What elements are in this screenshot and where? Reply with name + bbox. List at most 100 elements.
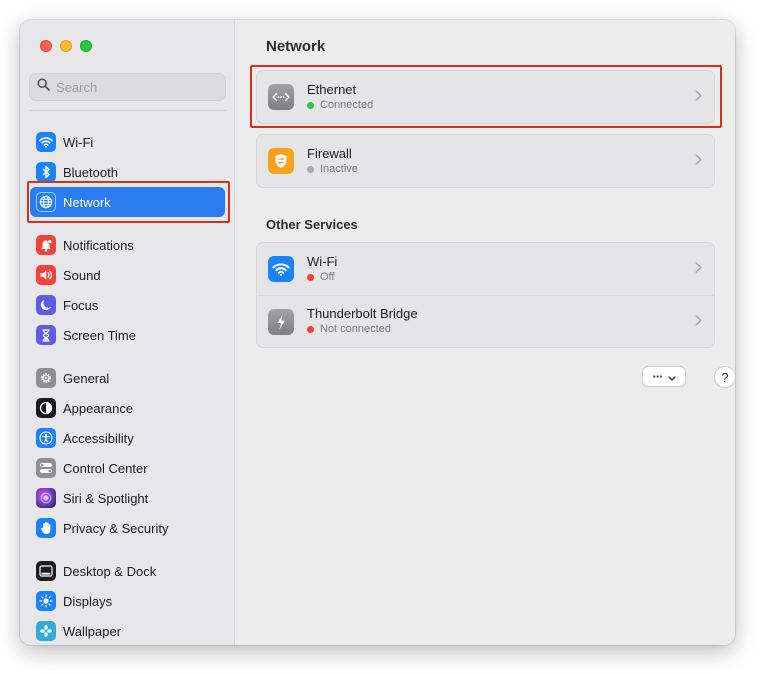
service-name: Ethernet: [307, 81, 357, 97]
sidebar-item-displays[interactable]: Displays: [30, 586, 225, 616]
sun-icon: [36, 591, 56, 611]
sidebar-item-label: Wi-Fi: [63, 134, 94, 150]
service-text: Firewall Inactive: [307, 146, 358, 177]
other-services-card: Wi-Fi Off Thunderbolt Bridge Not connect…: [256, 242, 715, 348]
settings-window: Wi-Fi Bluetooth Network Notifications: [20, 20, 735, 645]
window-controls: [40, 40, 92, 52]
firewall-icon: [268, 148, 294, 174]
service-name: Firewall: [307, 145, 352, 161]
sidebar-item-label: Focus: [63, 297, 99, 313]
page-title: Network: [266, 38, 326, 55]
help-button[interactable]: ?: [714, 366, 735, 388]
search-field[interactable]: [29, 73, 226, 101]
status-dot: [307, 273, 314, 281]
service-status-label: Connected: [320, 98, 374, 111]
sidebar-item-privacy-security[interactable]: Privacy & Security: [30, 513, 225, 543]
firewall-card: Firewall Inactive: [256, 134, 715, 188]
main-content: Network Ethernet Connected Firewall Inac…: [236, 20, 735, 645]
service-status-label: Not connected: [320, 323, 391, 335]
sidebar-item-label: Bluetooth: [63, 164, 118, 180]
ethernet-card: Ethernet Connected: [256, 70, 715, 124]
sidebar: Wi-Fi Bluetooth Network Notifications: [20, 20, 235, 645]
sidebar-item-sound[interactable]: Sound: [30, 260, 225, 290]
sidebar-item-label: General: [63, 370, 110, 386]
zoom-button[interactable]: [80, 40, 92, 52]
sidebar-item-label: Sound: [63, 267, 101, 283]
sidebar-item-wifi[interactable]: Wi-Fi: [30, 127, 225, 157]
chevron-right-icon: [695, 313, 702, 331]
more-actions-button[interactable]: ···: [642, 366, 686, 387]
service-name: Wi-Fi: [307, 253, 338, 269]
sidebar-item-accessibility[interactable]: Accessibility: [30, 423, 225, 453]
service-text: Ethernet Connected: [307, 82, 373, 113]
sidebar-item-label: Appearance: [63, 400, 134, 416]
bluetooth-icon: [36, 162, 56, 182]
minimize-button[interactable]: [60, 40, 72, 52]
service-status: Off: [307, 270, 337, 285]
status-dot: [307, 165, 314, 173]
sidebar-item-appearance[interactable]: Appearance: [30, 393, 225, 423]
sidebar-item-label: Screen Time: [63, 327, 136, 343]
sidebar-item-focus[interactable]: Focus: [30, 290, 225, 320]
sidebar-item-notifications[interactable]: Notifications: [30, 230, 225, 260]
chevron-right-icon: [695, 88, 702, 106]
sidebar-item-network[interactable]: Network: [30, 187, 225, 217]
hourglass-icon: [36, 325, 56, 345]
wifi-icon: [36, 132, 56, 152]
sidebar-item-label: Privacy & Security: [63, 520, 169, 536]
sidebar-item-label: Control Center: [63, 460, 148, 476]
siri-icon: [36, 488, 56, 508]
service-status-label: Off: [320, 270, 335, 283]
sidebar-item-label: Desktop & Dock: [63, 563, 157, 579]
gear-icon: [36, 368, 56, 388]
sidebar-item-label: Siri & Spotlight: [63, 490, 149, 506]
section-title-other-services: Other Services: [266, 217, 358, 232]
sidebar-item-label: Accessibility: [63, 430, 134, 446]
service-status: Connected: [307, 98, 373, 113]
service-row-ethernet[interactable]: Ethernet Connected: [257, 71, 714, 123]
wifi-icon: [268, 256, 294, 282]
ellipsis-icon: ···: [652, 368, 664, 384]
service-text: Wi-Fi Off: [307, 254, 337, 285]
chevron-right-icon: [695, 152, 702, 170]
service-row-thunderbolt-bridge[interactable]: Thunderbolt Bridge Not connected: [257, 295, 714, 347]
moon-icon: [36, 295, 56, 315]
sidebar-item-label: Wallpaper: [63, 623, 122, 639]
sidebar-item-control-center[interactable]: Control Center: [30, 453, 225, 483]
service-status: Not connected: [307, 322, 418, 337]
status-dot: [307, 326, 314, 333]
sidebar-item-general[interactable]: General: [30, 363, 225, 393]
sidebar-item-bluetooth[interactable]: Bluetooth: [30, 157, 225, 187]
service-status: Inactive: [307, 162, 358, 177]
sidebar-item-screen-time[interactable]: Screen Time: [30, 320, 225, 350]
service-name: Thunderbolt Bridge: [307, 306, 418, 321]
control-center-icon: [36, 458, 56, 478]
ethernet-icon: [268, 84, 294, 110]
sidebar-item-label: Notifications: [63, 237, 134, 253]
sidebar-item-label: Network: [63, 194, 111, 210]
appearance-icon: [36, 398, 56, 418]
sidebar-item-desktop-dock[interactable]: Desktop & Dock: [30, 556, 225, 586]
chevron-down-icon: [667, 368, 676, 386]
search-icon: [37, 78, 50, 96]
service-status-label: Inactive: [320, 162, 358, 175]
wallpaper-icon: [36, 621, 56, 641]
sidebar-item-label: Displays: [63, 593, 113, 609]
sidebar-divider: [29, 110, 226, 111]
hand-icon: [36, 518, 56, 538]
sidebar-item-siri-spotlight[interactable]: Siri & Spotlight: [30, 483, 225, 513]
service-row-wifi[interactable]: Wi-Fi Off: [257, 243, 714, 295]
speaker-icon: [36, 265, 56, 285]
thunderbolt-icon: [268, 308, 294, 335]
service-text: Thunderbolt Bridge Not connected: [307, 306, 418, 337]
dock-icon: [36, 561, 56, 581]
accessibility-icon: [36, 428, 56, 448]
service-row-firewall[interactable]: Firewall Inactive: [257, 135, 714, 187]
search-input[interactable]: [56, 79, 216, 95]
status-dot: [307, 101, 314, 109]
bell-icon: [36, 235, 56, 255]
close-button[interactable]: [40, 40, 52, 52]
chevron-right-icon: [695, 260, 702, 278]
globe-icon: [36, 192, 56, 212]
sidebar-item-wallpaper[interactable]: Wallpaper: [30, 616, 225, 645]
